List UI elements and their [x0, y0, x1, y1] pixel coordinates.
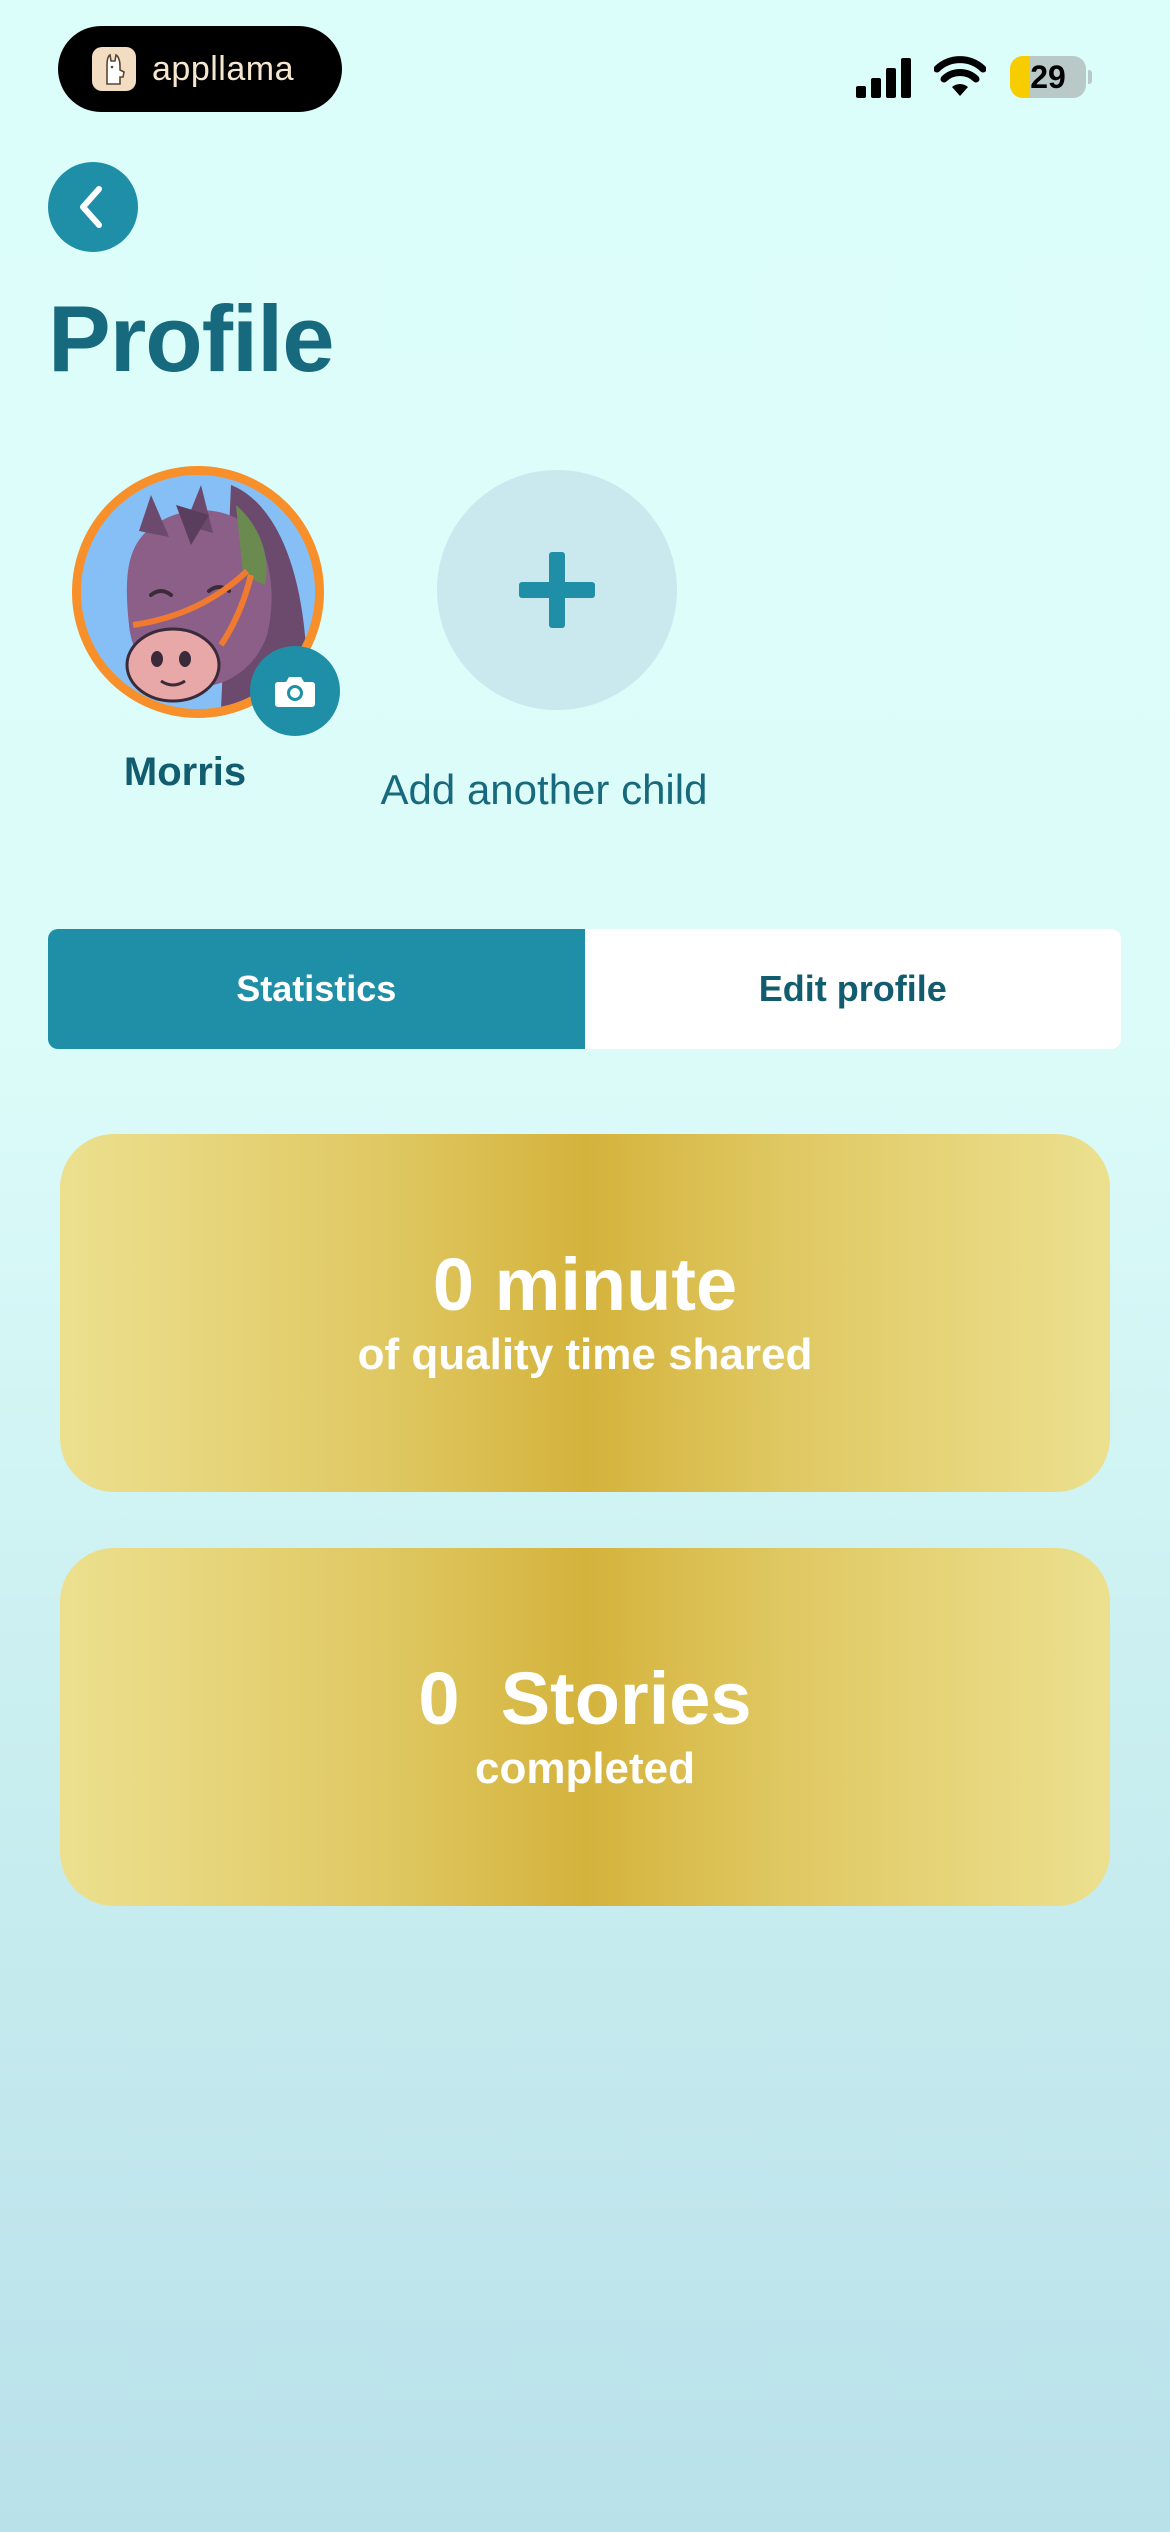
battery-percentage: 29	[1030, 58, 1066, 95]
add-child-button[interactable]	[437, 470, 677, 710]
cellular-signal-icon	[856, 56, 914, 98]
chevron-left-icon	[80, 186, 102, 228]
llama-logo-icon	[92, 47, 136, 91]
camera-icon	[275, 677, 315, 707]
stories-card: 0 Stories completed	[60, 1548, 1110, 1906]
change-photo-button[interactable]	[250, 646, 340, 736]
profile-tabs: Statistics Edit profile	[48, 929, 1121, 1049]
quality-time-card: 0 minute of quality time shared	[60, 1134, 1110, 1492]
stories-caption: completed	[474, 1743, 696, 1793]
quality-time-caption: of quality time shared	[357, 1329, 813, 1379]
quality-time-value: 0 minute	[432, 1243, 738, 1327]
stories-value: 0 Stories	[418, 1657, 752, 1741]
child-name: Morris	[123, 750, 247, 794]
wifi-icon	[933, 54, 987, 98]
add-child-label[interactable]: Add another child	[374, 766, 714, 814]
app-badge: appllama	[58, 26, 342, 112]
app-name: appllama	[152, 49, 294, 88]
back-button[interactable]	[48, 162, 138, 252]
tab-statistics[interactable]: Statistics	[48, 929, 585, 1049]
page-title: Profile	[48, 286, 335, 391]
plus-icon	[519, 552, 595, 628]
battery-level	[1010, 56, 1030, 98]
battery-icon: 29	[1010, 56, 1086, 98]
battery-tip	[1088, 70, 1092, 84]
tab-edit-profile[interactable]: Edit profile	[584, 929, 1121, 1049]
